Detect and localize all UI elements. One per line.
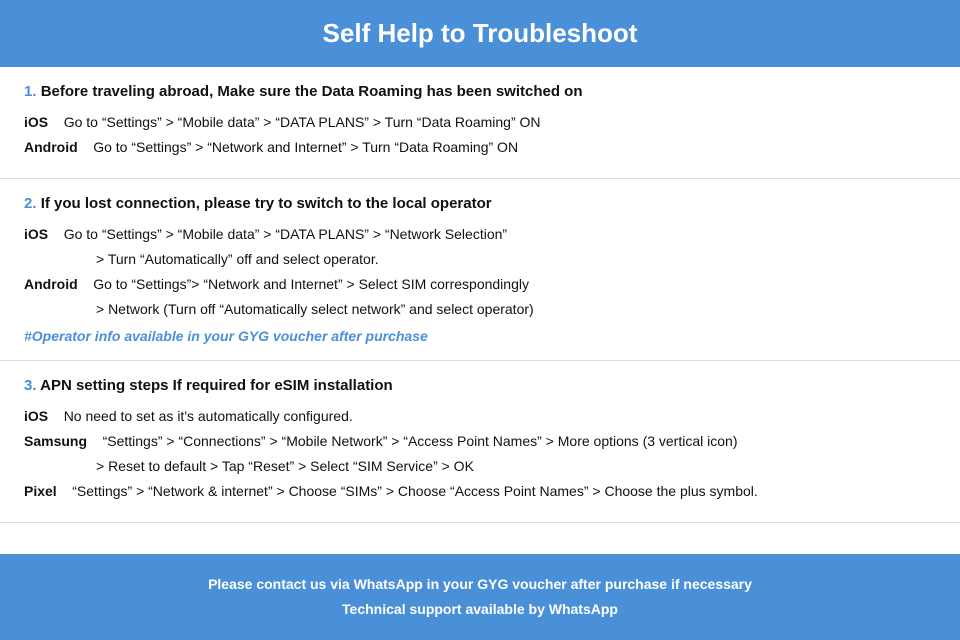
footer-line2: Technical support available by WhatsApp [20, 597, 940, 622]
section-1-number: 1. [24, 83, 41, 100]
section-3-platform-1: Samsung [24, 433, 87, 449]
section-1-item-0: iOS Go to “Settings” > “Mobile data” > “… [24, 112, 936, 133]
section-2-item-cont-1: > Network (Turn off “Automatically selec… [24, 299, 936, 320]
section-3-item-1: Samsung “Settings” > “Connections” > “Mo… [24, 431, 936, 452]
footer-line1: Please contact us via WhatsApp in your G… [20, 572, 940, 597]
section-3-platform-0: iOS [24, 408, 48, 424]
section-2-title: 2. If you lost connection, please try to… [24, 195, 936, 212]
section-3: 3. APN setting steps If required for eSI… [0, 361, 960, 523]
section-2-link[interactable]: #Operator info available in your GYG vou… [24, 328, 936, 344]
section-3-number: 3. [24, 377, 40, 394]
section-1-platform-1: Android [24, 139, 78, 155]
section-2-platform-1: Android [24, 276, 78, 292]
page-container: Self Help to Troubleshoot 1. Before trav… [0, 0, 960, 640]
page-title: Self Help to Troubleshoot [20, 18, 940, 49]
section-3-title: 3. APN setting steps If required for eSI… [24, 377, 936, 394]
section-3-item-cont-1: > Reset to default > Tap “Reset” > Selec… [24, 456, 936, 477]
section-3-item-0: iOS No need to set as it's automatically… [24, 406, 936, 427]
section-1: 1. Before traveling abroad, Make sure th… [0, 67, 960, 179]
section-2-number: 2. [24, 195, 41, 212]
section-2-item-1: Android Go to “Settings”> “Network and I… [24, 274, 936, 295]
section-3-platform-2: Pixel [24, 483, 57, 499]
page-footer: Please contact us via WhatsApp in your G… [0, 554, 960, 640]
section-2: 2. If you lost connection, please try to… [0, 179, 960, 361]
section-2-item-0: iOS Go to “Settings” > “Mobile data” > “… [24, 224, 936, 245]
section-2-platform-0: iOS [24, 226, 48, 242]
page-header: Self Help to Troubleshoot [0, 0, 960, 67]
section-1-title: 1. Before traveling abroad, Make sure th… [24, 83, 936, 100]
sections-container: 1. Before traveling abroad, Make sure th… [0, 67, 960, 523]
section-3-item-2: Pixel “Settings” > “Network & internet” … [24, 481, 936, 502]
section-1-item-1: Android Go to “Settings” > “Network and … [24, 137, 936, 158]
section-1-platform-0: iOS [24, 114, 48, 130]
section-2-item-cont-0: > Turn “Automatically” off and select op… [24, 249, 936, 270]
